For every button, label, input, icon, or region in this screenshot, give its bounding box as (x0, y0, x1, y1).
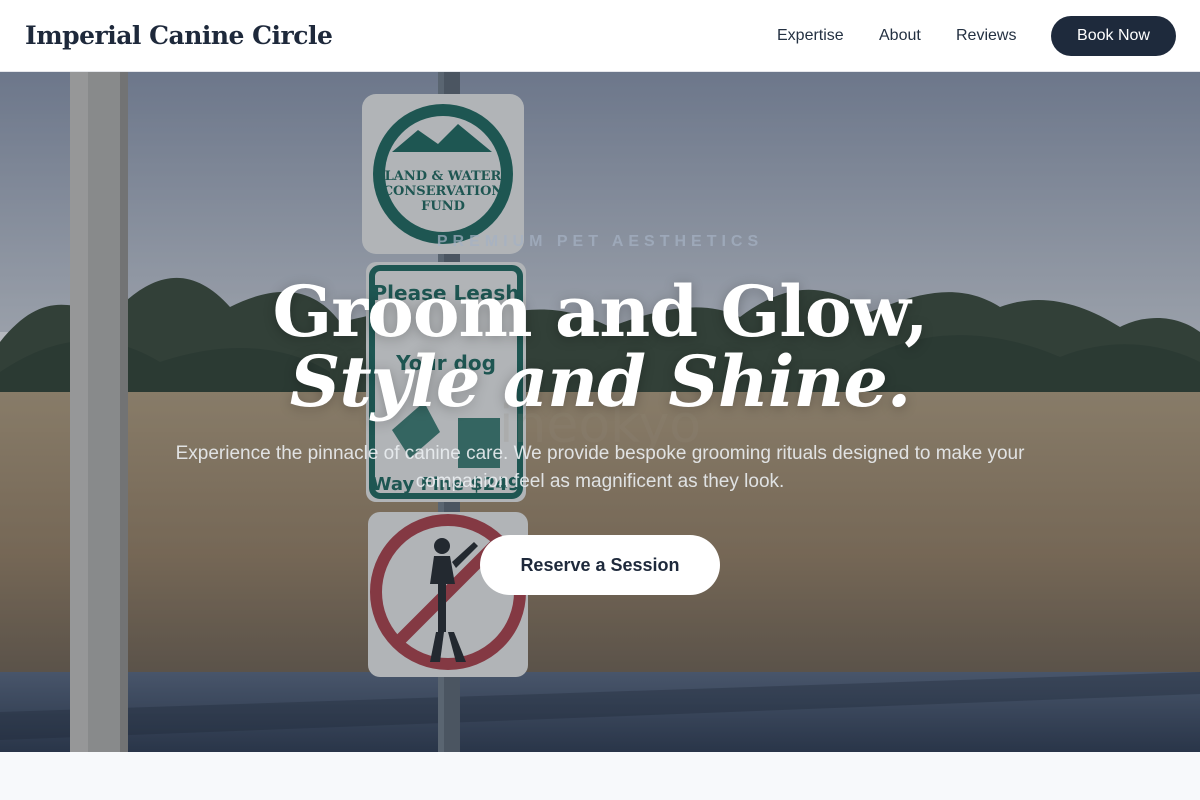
hero-headline-line1: Groom and Glow, (272, 270, 928, 353)
hero-subtext: Experience the pinnacle of canine care. … (175, 443, 1025, 492)
nav-link-expertise[interactable]: Expertise (777, 24, 844, 48)
hero-eyebrow: PREMIUM PET AESTHETICS (436, 233, 764, 250)
nav-link-reviews[interactable]: Reviews (956, 24, 1016, 48)
site-header: Imperial Canine Circle Expertise About R… (0, 0, 1200, 72)
reserve-session-button[interactable]: Reserve a Session (480, 535, 720, 595)
hero-section: LAND & WATER CONSERVATION FUND Please Le… (0, 72, 1200, 752)
brand-logo[interactable]: Imperial Canine Circle (25, 20, 333, 52)
book-now-button[interactable]: Book Now (1051, 16, 1176, 56)
hero-headline-line2: Style and Shine. (289, 340, 911, 423)
nav-link-about[interactable]: About (879, 24, 921, 48)
next-section-peek (0, 752, 1200, 800)
